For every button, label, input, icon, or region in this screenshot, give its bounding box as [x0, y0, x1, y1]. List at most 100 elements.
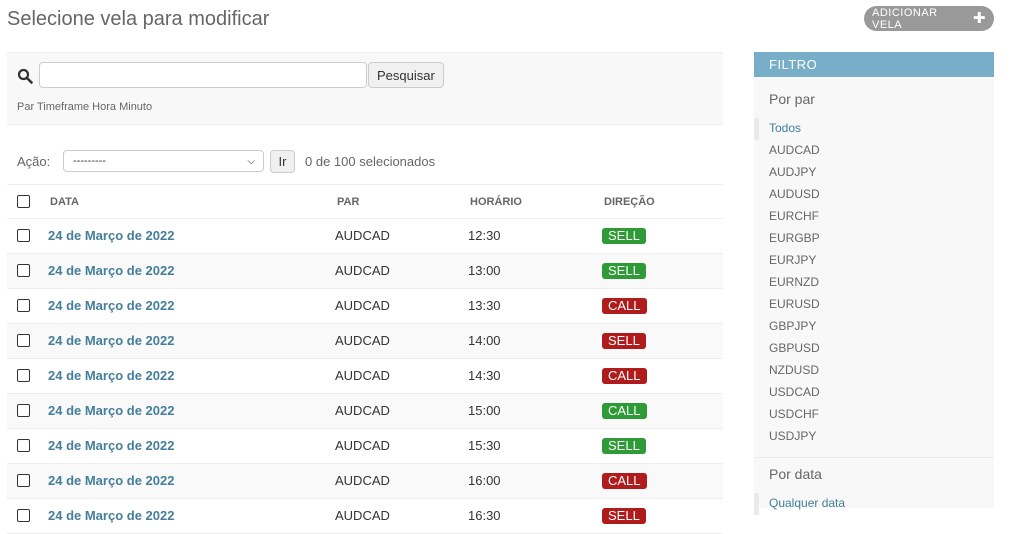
row-date-link[interactable]: 24 de Março de 2022 [48, 228, 174, 243]
filter-divider [754, 457, 994, 458]
table-row: 24 de Março de 2022 AUDCAD 16:30 SELL [7, 499, 723, 534]
select-all-checkbox[interactable] [17, 195, 30, 208]
table-row: 24 de Março de 2022 AUDCAD 13:00 SELL [7, 254, 723, 289]
row-par: AUDCAD [335, 333, 390, 348]
column-header-par[interactable]: PAR [337, 196, 359, 208]
table-row: 24 de Março de 2022 AUDCAD 15:00 CALL [7, 394, 723, 429]
direction-badge: CALL [602, 298, 647, 314]
row-checkbox[interactable] [17, 334, 30, 347]
row-checkbox[interactable] [17, 299, 30, 312]
filter-option[interactable]: USDCAD [754, 382, 994, 404]
row-par: AUDCAD [335, 403, 390, 418]
row-date-link[interactable]: 24 de Março de 2022 [48, 473, 174, 488]
row-checkbox[interactable] [17, 264, 30, 277]
row-par: AUDCAD [335, 368, 390, 383]
direction-badge: SELL [602, 508, 646, 524]
row-date-link[interactable]: 24 de Março de 2022 [48, 508, 174, 523]
search-toolbar: Pesquisar Par Timeframe Hora Minuto [7, 52, 723, 125]
filter-option[interactable]: EURCHF [754, 206, 994, 228]
chevron-down-icon: ⌵ [247, 156, 255, 167]
filter-option[interactable]: EURUSD [754, 294, 994, 316]
row-date-link[interactable]: 24 de Março de 2022 [48, 438, 174, 453]
row-horario: 16:30 [468, 508, 501, 523]
filter-option[interactable]: GBPJPY [754, 316, 994, 338]
filter-option[interactable]: AUDJPY [754, 162, 994, 184]
table-row: 24 de Março de 2022 AUDCAD 13:30 CALL [7, 289, 723, 324]
filter-date-list: Qualquer data [754, 493, 994, 515]
row-date-link[interactable]: 24 de Março de 2022 [48, 403, 174, 418]
row-par: AUDCAD [335, 298, 390, 313]
go-button[interactable]: Ir [270, 150, 295, 173]
column-header-data[interactable]: DATA [50, 196, 79, 208]
column-header-horario[interactable]: HORÁRIO [470, 196, 522, 208]
filter-header: FILTRO [754, 52, 994, 77]
filter-option[interactable]: USDJPY [754, 426, 994, 448]
search-help-text: Par Timeframe Hora Minuto [17, 101, 153, 113]
row-par: AUDCAD [335, 473, 390, 488]
row-checkbox[interactable] [17, 474, 30, 487]
table-row: 24 de Março de 2022 AUDCAD 12:30 SELL [7, 219, 723, 254]
page-title: Selecione vela para modificar [7, 8, 270, 30]
filter-by-par-title: Por par [769, 91, 815, 107]
action-label: Ação: [17, 154, 51, 169]
row-par: AUDCAD [335, 508, 390, 523]
search-button[interactable]: Pesquisar [368, 62, 444, 88]
selected-count: 0 de 100 selecionados [305, 154, 436, 169]
filter-option[interactable]: Todos [754, 118, 994, 140]
row-checkbox[interactable] [17, 369, 30, 382]
filter-option[interactable]: AUDCAD [754, 140, 994, 162]
action-select-value: --------- [73, 155, 106, 167]
table-header: DATA PAR HORÁRIO DIREÇÃO [7, 184, 723, 219]
filter-option[interactable]: EURGBP [754, 228, 994, 250]
direction-badge: CALL [602, 368, 647, 384]
row-date-link[interactable]: 24 de Março de 2022 [48, 368, 174, 383]
search-input[interactable] [39, 62, 367, 88]
table-row: 24 de Março de 2022 AUDCAD 14:00 SELL [7, 324, 723, 359]
row-par: AUDCAD [335, 228, 390, 243]
row-horario: 16:00 [468, 473, 501, 488]
filter-option[interactable]: NZDUSD [754, 360, 994, 382]
add-vela-button[interactable]: ADICIONAR VELA ✚ [864, 6, 994, 31]
row-horario: 15:00 [468, 403, 501, 418]
row-horario: 13:30 [468, 298, 501, 313]
direction-badge: SELL [602, 438, 646, 454]
row-horario: 14:30 [468, 368, 501, 383]
table-row: 24 de Março de 2022 AUDCAD 15:30 SELL [7, 429, 723, 464]
table-row: 24 de Março de 2022 AUDCAD 16:00 CALL [7, 464, 723, 499]
row-checkbox[interactable] [17, 404, 30, 417]
row-checkbox[interactable] [17, 439, 30, 452]
direction-badge: SELL [602, 228, 646, 244]
filter-panel: FILTRO Por par Todos AUDCAD AUDJPY AUDUSD EU… [754, 52, 994, 515]
direction-badge: CALL [602, 473, 647, 489]
row-date-link[interactable]: 24 de Março de 2022 [48, 298, 174, 313]
plus-icon: ✚ [972, 10, 986, 27]
filter-option[interactable]: GBPUSD [754, 338, 994, 360]
row-horario: 14:00 [468, 333, 501, 348]
filter-date-option[interactable]: Qualquer data [754, 493, 994, 515]
results-table: DATA PAR HORÁRIO DIREÇÃO 24 de Março de … [7, 184, 723, 534]
action-select[interactable]: --------- ⌵ [63, 150, 264, 172]
search-icon [17, 68, 33, 84]
filter-option[interactable]: EURNZD [754, 272, 994, 294]
direction-badge: CALL [602, 403, 647, 419]
row-checkbox[interactable] [17, 509, 30, 522]
row-par: AUDCAD [335, 438, 390, 453]
filter-option[interactable]: EURJPY [754, 250, 994, 272]
direction-badge: SELL [602, 333, 646, 349]
row-horario: 13:00 [468, 263, 501, 278]
row-date-link[interactable]: 24 de Março de 2022 [48, 263, 174, 278]
filter-by-date-title: Por data [769, 466, 822, 482]
row-date-link[interactable]: 24 de Março de 2022 [48, 333, 174, 348]
filter-par-list: Todos AUDCAD AUDJPY AUDUSD EURCHF EURGBP EURJP… [754, 118, 994, 448]
row-par: AUDCAD [335, 263, 390, 278]
row-horario: 12:30 [468, 228, 501, 243]
row-checkbox[interactable] [17, 229, 30, 242]
filter-option[interactable]: USDCHF [754, 404, 994, 426]
table-row: 24 de Março de 2022 AUDCAD 14:30 CALL [7, 359, 723, 394]
row-horario: 15:30 [468, 438, 501, 453]
column-header-direcao[interactable]: DIREÇÃO [604, 196, 655, 208]
table-body: 24 de Março de 2022 AUDCAD 12:30 SELL 24 de … [7, 219, 723, 534]
filter-option[interactable]: AUDUSD [754, 184, 994, 206]
direction-badge: SELL [602, 263, 646, 279]
add-vela-label: ADICIONAR VELA [872, 6, 938, 31]
